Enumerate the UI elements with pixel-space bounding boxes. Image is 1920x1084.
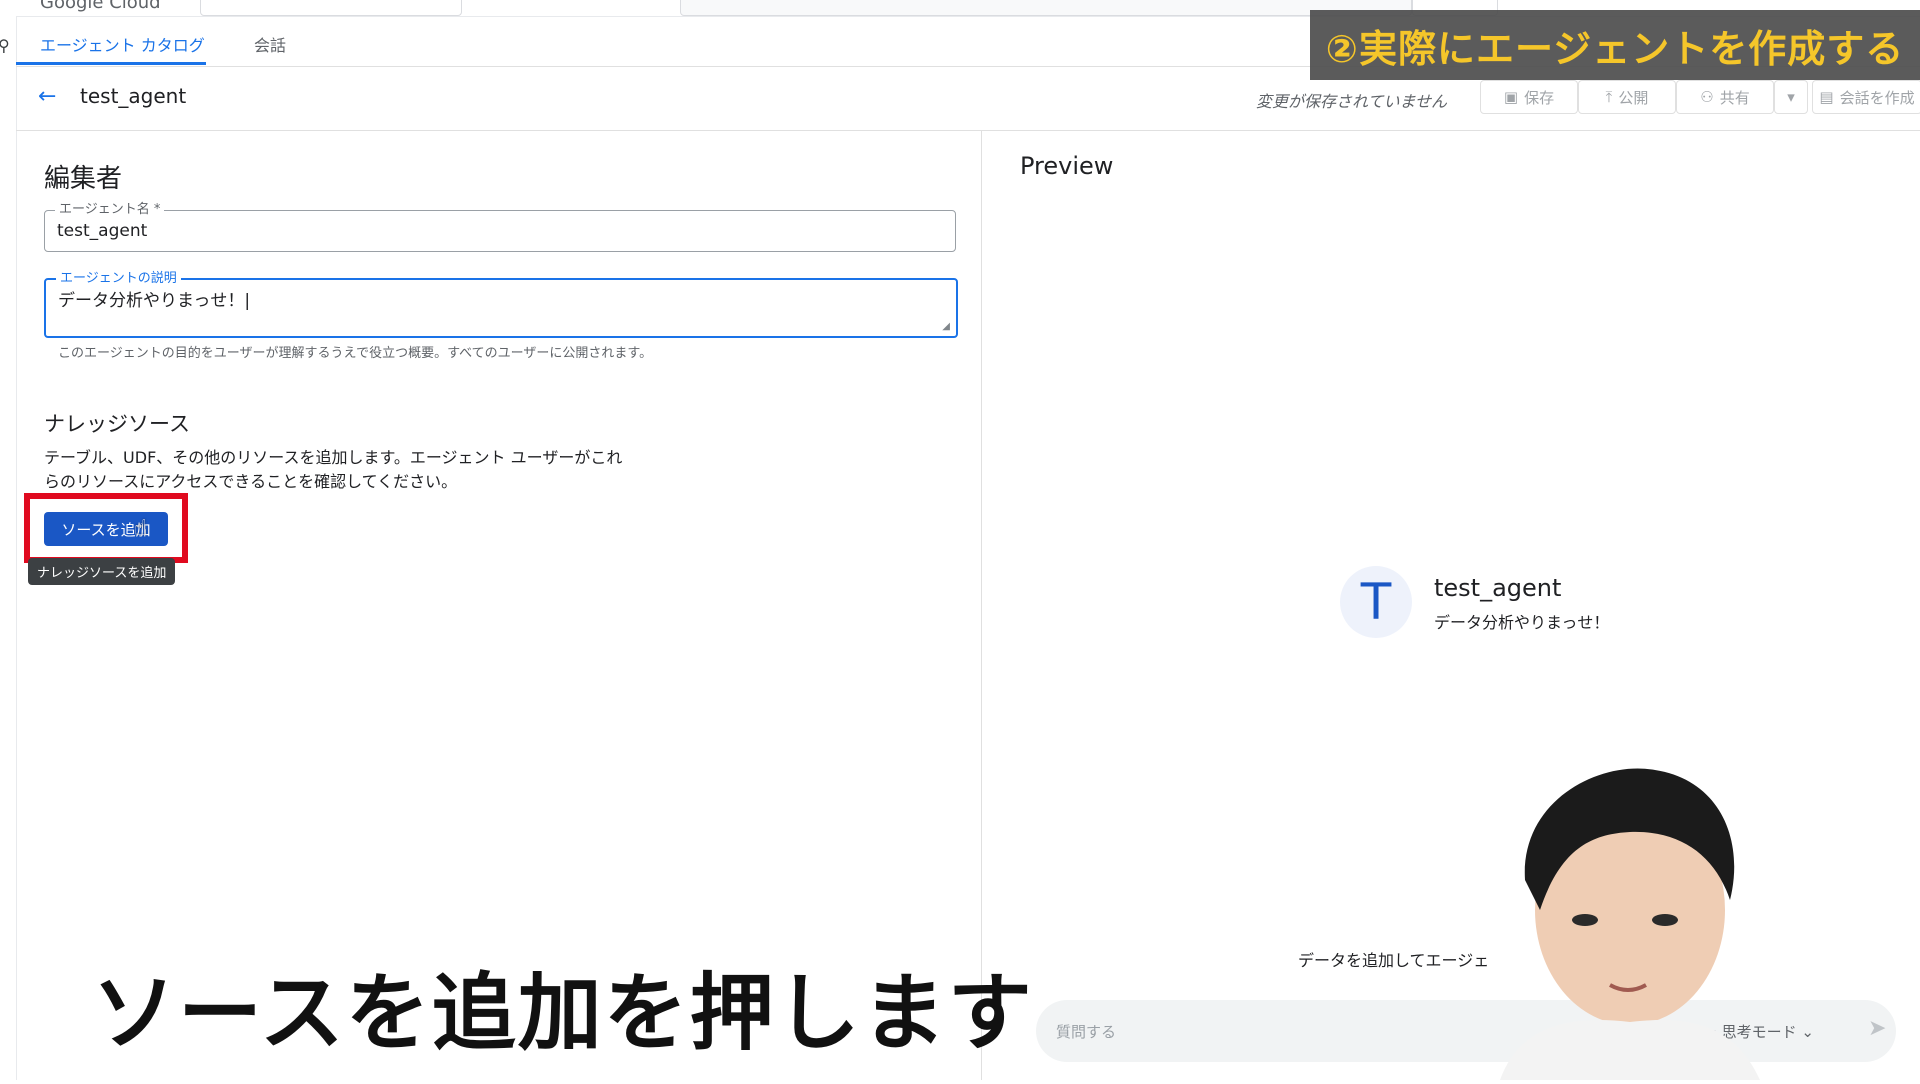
save-icon: ▣ (1503, 88, 1519, 106)
google-cloud-logo[interactable]: Google Cloud (40, 0, 161, 13)
active-tab-indicator (16, 62, 206, 65)
editor-title: 編集者 (44, 164, 123, 194)
share-dropdown-button[interactable]: ▾ (1774, 80, 1808, 114)
person-add-icon: ⚇ (1700, 88, 1714, 106)
add-source-tooltip: ナレッジソースを追加 (28, 558, 176, 585)
caret-down-icon: ▾ (1787, 88, 1795, 106)
agent-description-label: エージェントの説明 (56, 271, 181, 287)
agent-avatar: T (1340, 566, 1412, 638)
add-source-button[interactable]: ソースを追加 (44, 512, 168, 546)
tab-conversations[interactable]: 会話 (254, 32, 286, 56)
chat-icon: ▤ (1819, 88, 1834, 106)
preview-title: Preview (1020, 152, 1114, 180)
left-nav-rail: ⚲ (0, 16, 17, 1080)
send-icon[interactable]: ➤ (1868, 1016, 1886, 1041)
agent-description-field[interactable]: エージェントの説明 データ分析やりまっせ！| ◢ (44, 271, 958, 338)
tab-agent-catalog[interactable]: エージェント カタログ (40, 32, 205, 56)
create-chat-button[interactable]: ▤ 会話を作成 (1812, 80, 1920, 114)
share-button[interactable]: ⚇ 共有 (1676, 80, 1774, 114)
search-icon[interactable]: ⚲ (0, 36, 10, 55)
save-button[interactable]: ▣ 保存 (1480, 80, 1578, 114)
chat-input-placeholder: 質問する (1056, 1023, 1117, 1041)
preview-add-data-text: データを追加してエージェ (1298, 951, 1490, 970)
unsaved-status: 変更が保存されていません (1256, 92, 1448, 111)
upload-icon: ⤒ (1605, 88, 1613, 106)
project-selector[interactable] (200, 0, 462, 16)
agent-name-label: エージェント名 * (55, 202, 165, 218)
search-bar[interactable] (680, 0, 1412, 16)
knowledge-source-description: テーブル、UDF、その他のリソースを追加します。エージェント ユーザーがこれ ら… (44, 448, 623, 491)
description-hint: このエージェントの目的をユーザーが理解するうえで役立つ概要。すべてのユーザーに公… (58, 346, 653, 361)
agent-description-value: データ分析やりまっせ！| (58, 291, 251, 311)
hand-cursor-icon: ☝ (134, 516, 148, 541)
knowledge-source-title: ナレッジソース (44, 412, 190, 436)
back-arrow-icon[interactable]: ← (38, 84, 56, 109)
preview-agent-name: test_agent (1434, 574, 1562, 602)
step-banner: ②実際にエージェントを作成する (1310, 10, 1920, 80)
pane-divider (981, 130, 982, 1080)
resize-handle-icon[interactable]: ◢ (942, 321, 950, 332)
page-title: test_agent (80, 84, 187, 108)
presenter-webcam (1480, 760, 1770, 1080)
video-subtitle: ソースを追加を押します (92, 964, 1034, 1062)
agent-name-field[interactable]: エージェント名 * test_agent (44, 202, 956, 252)
agent-name-value: test_agent (57, 221, 148, 241)
preview-agent-description: データ分析やりまっせ！ (1434, 613, 1610, 632)
publish-button[interactable]: ⤒ 公開 (1578, 80, 1676, 114)
